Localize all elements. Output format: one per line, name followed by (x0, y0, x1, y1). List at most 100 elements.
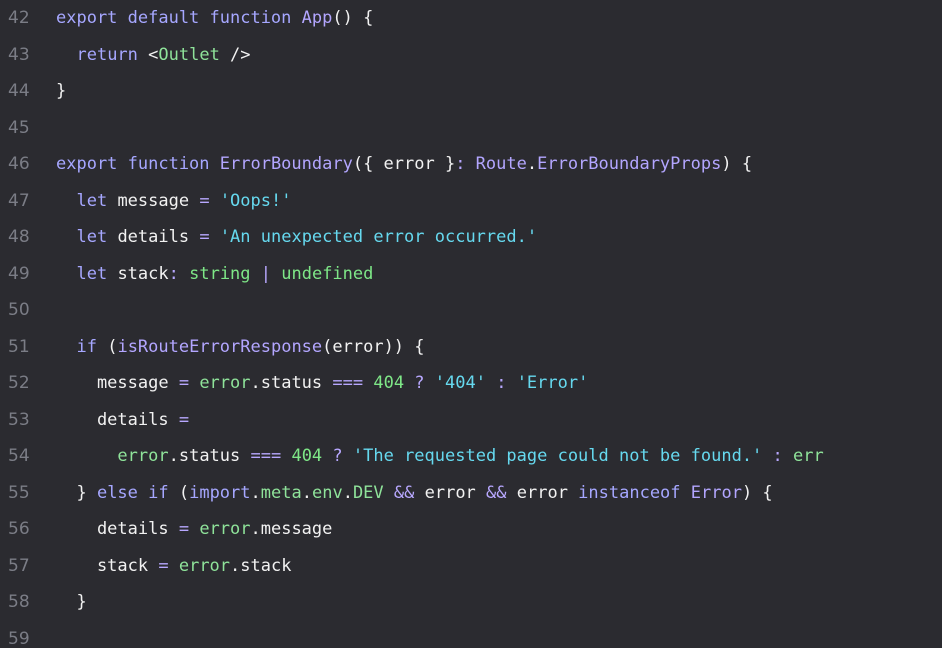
code-token: error (424, 482, 487, 503)
code-token: && (393, 482, 425, 503)
code-token: < (148, 44, 159, 65)
code-token: . (301, 482, 312, 503)
line-number: 50 (8, 300, 30, 320)
code-token: export function (56, 154, 220, 174)
code-token: ErrorBoundary (219, 154, 353, 174)
code-token: error (199, 373, 251, 393)
line-number: 42 (8, 8, 30, 28)
code-token: = (178, 409, 190, 430)
code-token: undefined (281, 263, 374, 284)
code-text: } else if (import.meta.env.DEV && error … (56, 475, 942, 512)
code-line[interactable]: 48 let details = 'An unexpected error oc… (0, 219, 942, 256)
code-line[interactable]: 56 details = error.message (0, 511, 942, 548)
line-number: 56 (8, 519, 30, 539)
code-token: ? (414, 373, 435, 393)
line-number: 48 (8, 227, 30, 247)
code-token: ( (178, 482, 190, 503)
line-number: 47 (8, 190, 30, 211)
code-token: /> (219, 44, 251, 65)
code-token: } (56, 81, 67, 101)
code-token: && (486, 482, 517, 503)
line-number: 58 (8, 592, 30, 612)
code-token: 'An unexpected error occurred.' (219, 227, 538, 247)
code-line[interactable]: 52 message = error.status === 404 ? '404… (0, 365, 942, 402)
code-line[interactable]: 50 (0, 292, 942, 329)
line-number: 53 (8, 409, 30, 430)
code-token: : (496, 373, 517, 393)
code-line[interactable]: 59 (0, 621, 942, 648)
code-line[interactable]: 46 export function ErrorBoundary({ error … (0, 146, 942, 183)
code-text: let stack: string | undefined (56, 256, 942, 293)
code-line[interactable]: 55 } else if (import.meta.env.DEV && err… (0, 475, 942, 512)
code-line[interactable]: 53 details = (0, 402, 942, 439)
code-token: env (311, 482, 343, 503)
code-token: .status (168, 446, 251, 466)
code-token: ErrorBoundaryProps (537, 154, 722, 174)
code-token: : (455, 154, 476, 174)
code-token: } (56, 592, 87, 612)
code-token: '404' (434, 373, 497, 393)
code-text: } (56, 73, 942, 110)
code-token: ? (332, 446, 353, 466)
code-token: error (117, 446, 169, 466)
code-token: instanceof (578, 482, 691, 503)
line-number: 55 (8, 482, 30, 503)
code-token: let (76, 227, 118, 247)
line-number: 52 (8, 373, 30, 393)
code-token: = (178, 519, 200, 539)
line-number: 43 (8, 44, 30, 65)
code-token: error (516, 482, 579, 503)
line-number: 54 (8, 446, 30, 466)
code-token: = (178, 373, 200, 393)
code-editor[interactable]: 42 export default function App() {43 retu… (0, 0, 942, 648)
code-token: = (199, 227, 220, 247)
code-line[interactable]: 44} (0, 73, 942, 110)
code-token: ) { (741, 482, 773, 503)
code-line[interactable]: 47 let message = 'Oops!' (0, 183, 942, 220)
code-text: export function ErrorBoundary({ error }:… (56, 146, 942, 183)
code-line[interactable]: 51 if (isRouteErrorResponse(error)) { (0, 329, 942, 366)
code-text: } (56, 584, 942, 621)
code-text: let details = 'An unexpected error occur… (56, 219, 942, 256)
code-text: details = (56, 402, 942, 439)
code-token: = (158, 555, 179, 576)
code-text: return <Outlet /> (56, 37, 942, 74)
code-token: return (76, 44, 149, 65)
code-line[interactable]: 42 export default function App() { (0, 0, 942, 37)
code-token: error (178, 555, 231, 576)
code-line[interactable]: 45 (0, 110, 942, 147)
code-token: .message (250, 519, 333, 539)
line-number: 44 (8, 81, 30, 101)
code-text: if (isRouteErrorResponse(error)) { (56, 329, 942, 366)
code-token: if (76, 336, 108, 357)
code-token: Outlet (158, 44, 220, 65)
code-token: message (117, 190, 200, 211)
code-token: .stack (230, 555, 292, 576)
code-token: isRouteErrorResponse (117, 336, 323, 357)
code-line[interactable]: 57 stack = error.stack (0, 548, 942, 585)
code-line[interactable]: 49 let stack: string | undefined (0, 256, 942, 293)
code-token: err (793, 446, 824, 466)
code-token: details (56, 409, 179, 430)
code-token: stack (117, 263, 169, 284)
code-token: ( (107, 336, 118, 357)
line-number: 49 (8, 263, 30, 284)
code-token: ) { (721, 154, 753, 174)
code-token: message (56, 373, 179, 393)
line-number: 57 (8, 555, 30, 576)
code-token: Error (690, 482, 742, 503)
code-token: DEV (352, 482, 394, 503)
code-line[interactable]: 43 return <Outlet /> (0, 37, 942, 74)
code-line[interactable]: 54 error.status === 404 ? 'The requested… (0, 438, 942, 475)
code-token: === (332, 373, 374, 393)
code-token: } (56, 482, 97, 503)
code-token: details (117, 227, 200, 247)
code-line[interactable]: 58 } (0, 584, 942, 621)
line-number: 59 (8, 628, 30, 648)
code-token: string (189, 263, 261, 284)
